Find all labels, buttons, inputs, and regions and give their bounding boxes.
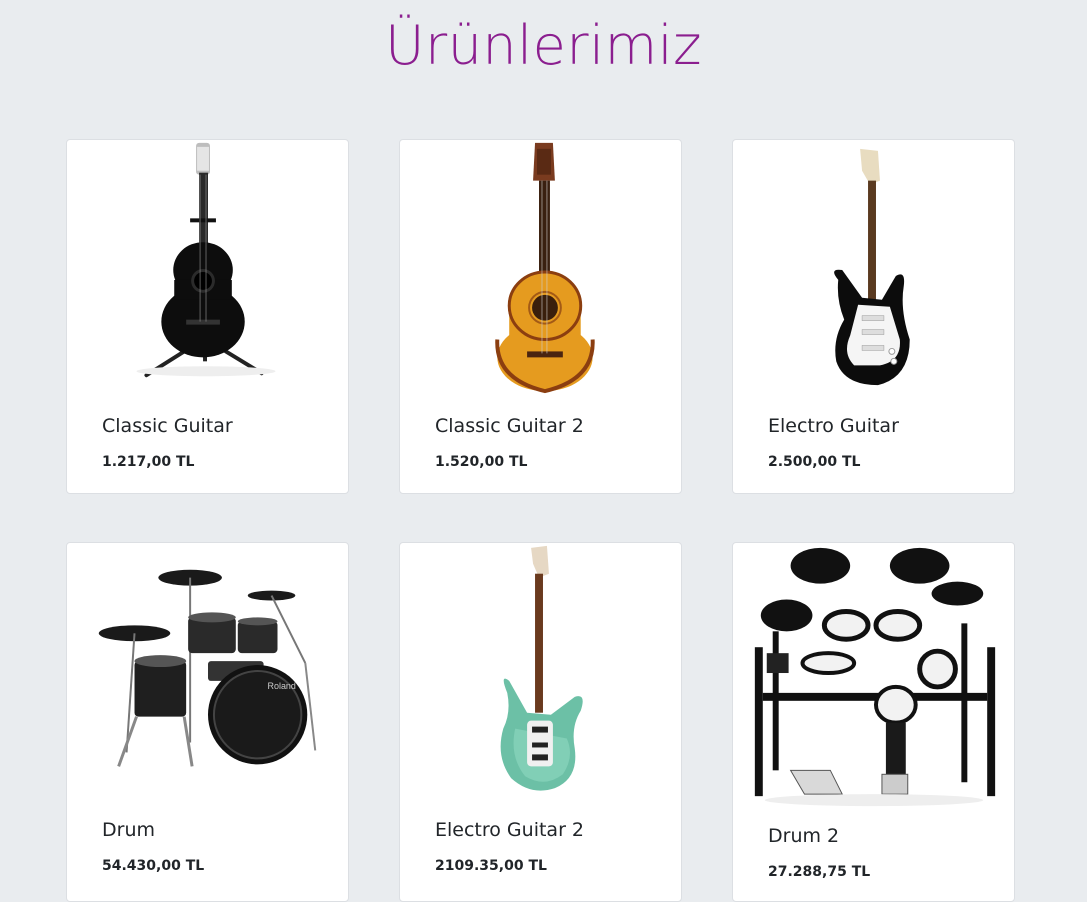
- product-name[interactable]: Electro Guitar: [768, 415, 899, 437]
- classic-guitar-2-image[interactable]: [400, 140, 681, 398]
- electro-guitar-image[interactable]: [733, 140, 1014, 398]
- product-card-classic-guitar[interactable]: Classic Guitar 1.217,00 TL: [66, 139, 349, 494]
- drum-2-image[interactable]: [733, 543, 1014, 809]
- product-card-drum[interactable]: Roland Drum 54.430,00 TL: [66, 542, 349, 902]
- product-name[interactable]: Drum: [102, 819, 155, 841]
- product-name[interactable]: Electro Guitar 2: [435, 819, 584, 841]
- classic-guitar-image[interactable]: [67, 140, 348, 398]
- product-price: 27.288,75 TL: [768, 864, 871, 880]
- product-card-electro-guitar[interactable]: Electro Guitar 2.500,00 TL: [732, 139, 1015, 494]
- product-card-electro-guitar-2[interactable]: Electro Guitar 2 2109.35,00 TL: [399, 542, 682, 902]
- svg-text:Roland: Roland: [268, 681, 296, 691]
- drum-image[interactable]: Roland: [67, 543, 348, 801]
- product-card-classic-guitar-2[interactable]: Classic Guitar 2 1.520,00 TL: [399, 139, 682, 494]
- electro-guitar-2-image[interactable]: [400, 543, 681, 801]
- product-name[interactable]: Classic Guitar 2: [435, 415, 584, 437]
- product-price: 2.500,00 TL: [768, 454, 861, 470]
- product-price: 1.520,00 TL: [435, 454, 528, 470]
- product-price: 2109.35,00 TL: [435, 858, 547, 874]
- product-name[interactable]: Drum 2: [768, 825, 839, 847]
- product-card-drum-2[interactable]: Drum 2 27.288,75 TL: [732, 542, 1015, 902]
- product-name[interactable]: Classic Guitar: [102, 415, 233, 437]
- page-title: Ürünlerimiz: [384, 14, 703, 77]
- product-price: 1.217,00 TL: [102, 454, 195, 470]
- product-price: 54.430,00 TL: [102, 858, 205, 874]
